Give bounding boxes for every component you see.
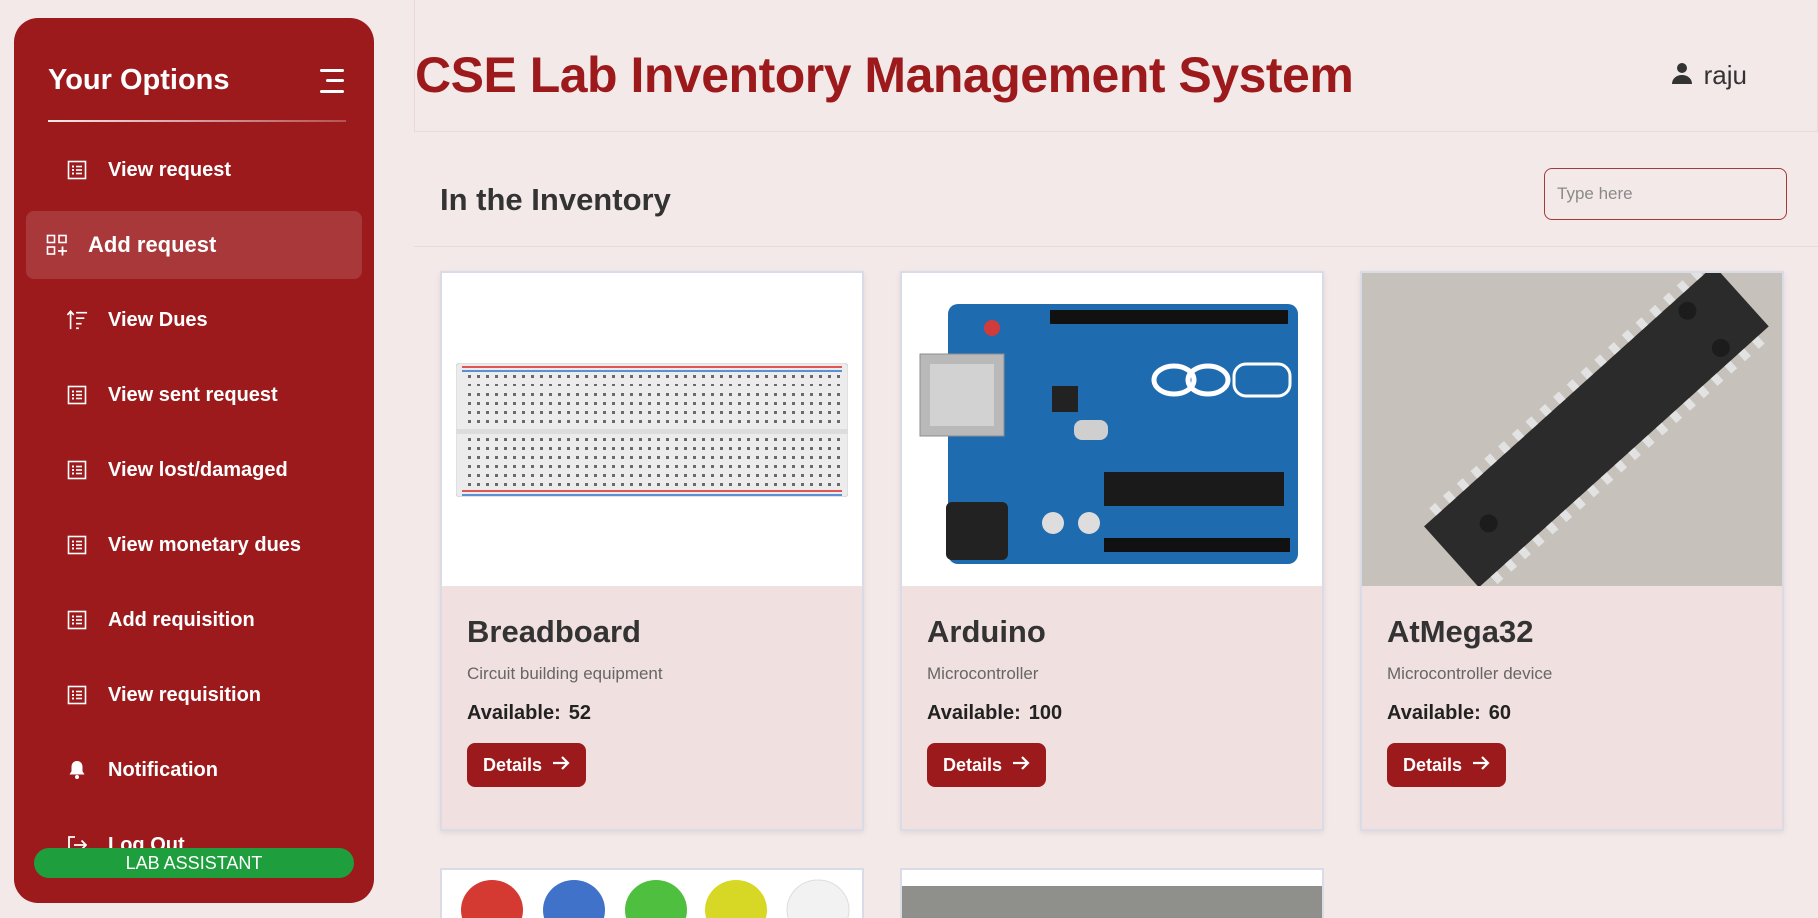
sidebar-item-label: View sent request — [108, 383, 278, 406]
card-title: AtMega32 — [1387, 614, 1534, 649]
section-title: In the Inventory — [440, 182, 671, 217]
search-input[interactable] — [1544, 168, 1787, 220]
list-icon — [66, 459, 88, 481]
sidebar-item-label: View lost/damaged — [108, 458, 288, 481]
atmega32-chip-image — [1362, 273, 1782, 586]
top-bar: CSE Lab Inventory Management System raju — [414, 0, 1818, 132]
sidebar-item-view-dues[interactable]: View Dues — [26, 286, 362, 354]
sidebar-item-add-requisition[interactable]: Add requisition — [26, 586, 362, 654]
details-label: Details — [943, 754, 1003, 775]
arrow-right-icon — [1472, 755, 1490, 776]
sidebar-item-view-requisition[interactable]: View requisition — [26, 661, 362, 729]
card-availability: Available: 52 — [467, 702, 837, 725]
available-count: 52 — [568, 702, 591, 724]
sidebar-item-label: Add requisition — [108, 608, 255, 631]
user-name: raju — [1703, 60, 1747, 90]
arrow-right-icon — [1012, 755, 1030, 776]
sidebar-item-add-request[interactable]: Add request — [26, 211, 362, 279]
list-icon — [66, 684, 88, 706]
inventory-card-partial — [440, 868, 864, 918]
inventory-card: Breadboard Circuit building equipment Av… — [440, 271, 864, 831]
details-button[interactable]: Details — [1387, 743, 1507, 787]
card-title: Breadboard — [467, 614, 641, 649]
list-icon — [66, 159, 88, 181]
card-title: Arduino — [927, 614, 1046, 649]
available-count: 100 — [1028, 702, 1063, 724]
card-availability: Available: 60 — [1387, 702, 1757, 725]
inventory-card: AtMega32 Microcontroller device Availabl… — [1360, 271, 1784, 831]
card-description: Circuit building equipment — [467, 664, 663, 683]
sidebar-item-label: View monetary dues — [108, 533, 302, 556]
sidebar-title: Your Options — [48, 64, 230, 96]
sidebar-nav: View request Add request View Dues View … — [26, 136, 362, 886]
list-icon — [66, 384, 88, 406]
sidebar-item-label: View requisition — [108, 683, 261, 706]
sidebar-item-view-lost-damaged[interactable]: View lost/damaged — [26, 436, 362, 504]
sidebar-item-notification[interactable]: Notification — [26, 736, 362, 804]
sidebar-divider — [48, 120, 346, 122]
user-menu[interactable]: raju — [1670, 60, 1747, 91]
arrow-right-icon — [552, 755, 570, 776]
sort-ascending-icon — [66, 309, 88, 331]
breadboard-image — [442, 273, 862, 586]
available-label: Available: — [927, 702, 1021, 724]
sidebar-item-label: View Dues — [108, 308, 208, 331]
role-badge: LAB ASSISTANT — [34, 848, 354, 878]
available-count: 60 — [1488, 702, 1511, 724]
sidebar-item-view-sent-request[interactable]: View sent request — [26, 361, 362, 429]
arduino-board-image — [902, 273, 1322, 586]
sidebar-item-view-request[interactable]: View request — [26, 136, 362, 204]
available-label: Available: — [467, 702, 561, 724]
list-icon — [66, 609, 88, 631]
sidebar-item-label: Notification — [108, 758, 218, 781]
sidebar-item-view-monetary-dues[interactable]: View monetary dues — [26, 511, 362, 579]
inventory-card: Arduino Microcontroller Available: 100 De… — [900, 271, 1324, 831]
page-title: CSE Lab Inventory Management System — [415, 47, 1354, 103]
user-icon — [1670, 61, 1694, 90]
section-divider — [414, 246, 1818, 247]
card-description: Microcontroller — [927, 664, 1039, 683]
bell-icon — [66, 759, 88, 781]
details-button[interactable]: Details — [927, 743, 1047, 787]
list-icon — [66, 534, 88, 556]
item-image — [902, 886, 1322, 918]
led-image — [461, 879, 850, 918]
sidebar-header: Your Options — [48, 64, 344, 97]
details-label: Details — [483, 754, 543, 775]
grid-add-icon — [46, 234, 68, 256]
hamburger-menu-icon[interactable] — [316, 68, 344, 93]
card-availability: Available: 100 — [927, 702, 1297, 725]
details-button[interactable]: Details — [467, 743, 587, 787]
details-label: Details — [1403, 754, 1463, 775]
sidebar-item-label: View request — [108, 158, 232, 181]
sidebar-item-label: Add request — [88, 232, 217, 257]
card-description: Microcontroller device — [1387, 664, 1553, 683]
available-label: Available: — [1387, 702, 1481, 724]
sidebar: Your Options View request Add request Vi… — [14, 18, 374, 903]
inventory-card-partial — [900, 868, 1324, 918]
